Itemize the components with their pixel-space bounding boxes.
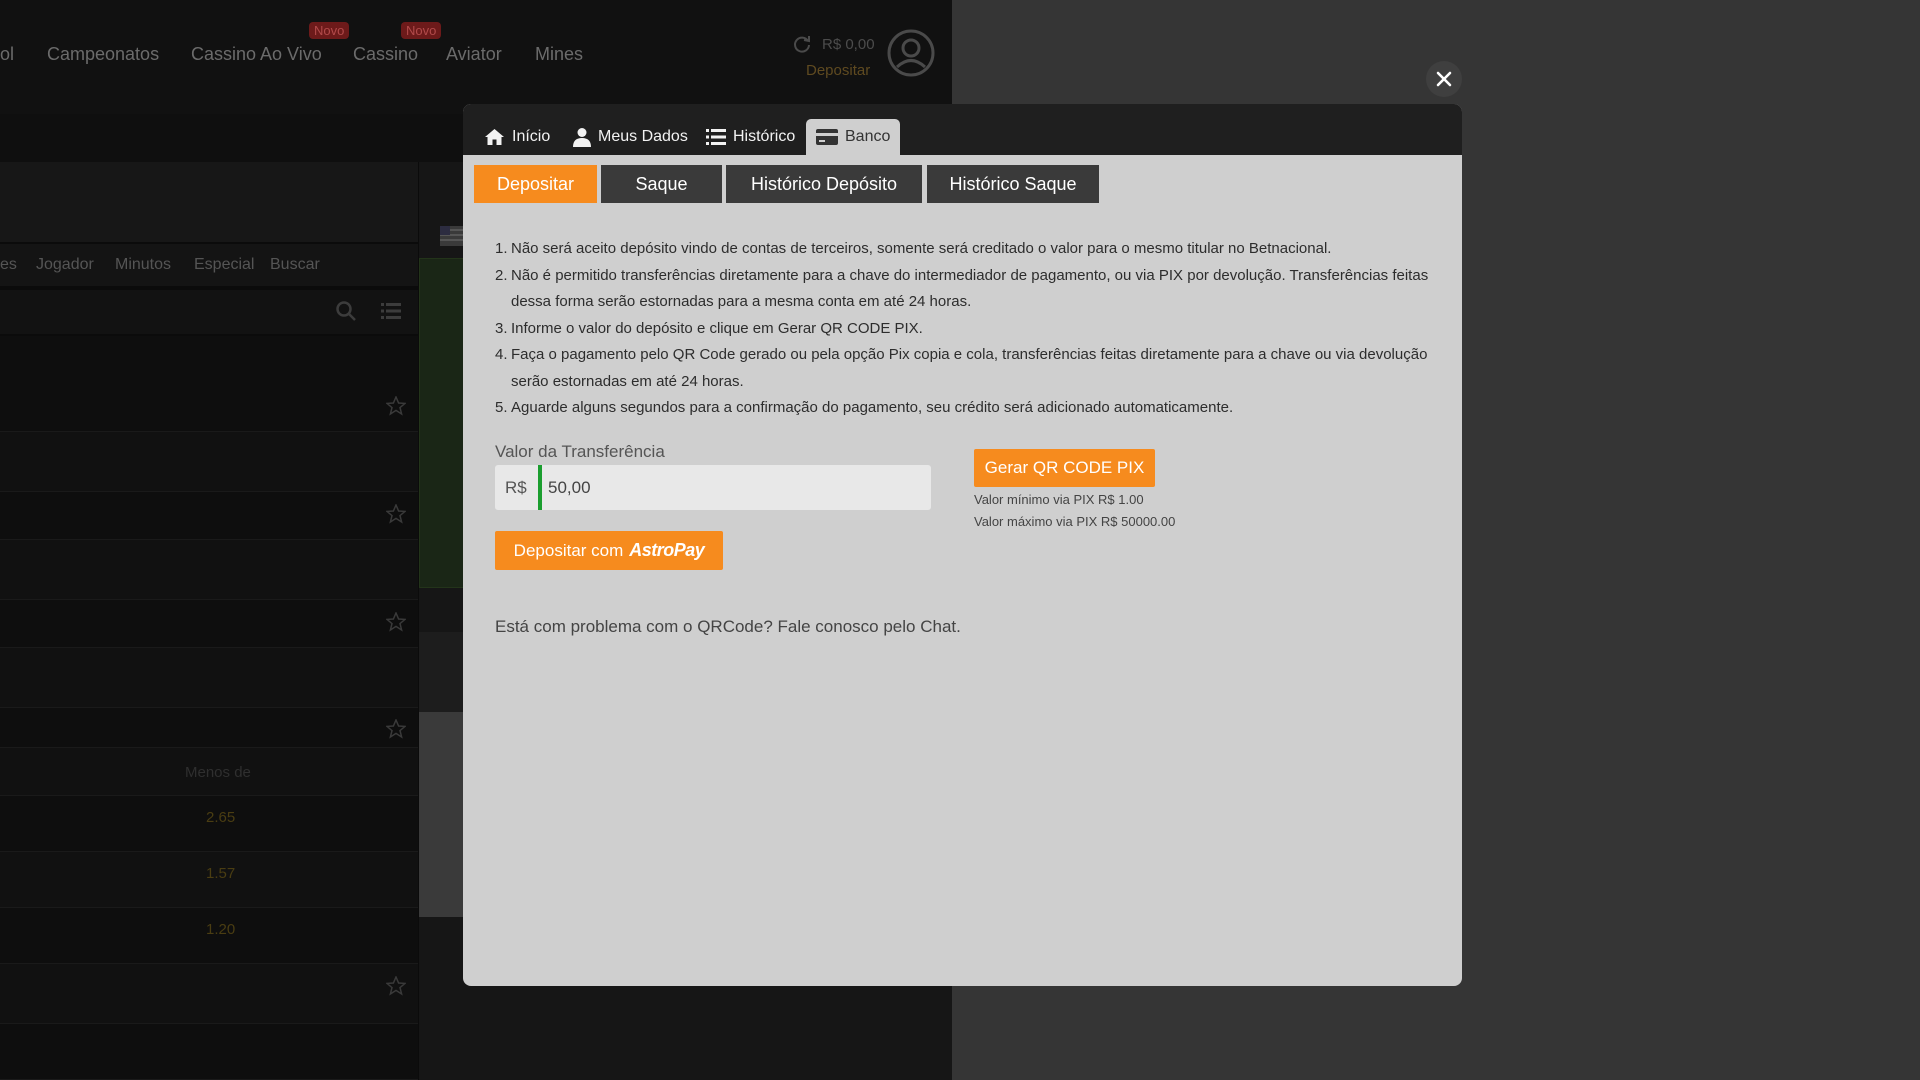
rule-item: 5. Aguarde alguns segundos para a confirm… bbox=[495, 399, 1234, 416]
tab-label: Meus Dados bbox=[598, 128, 688, 145]
new-badge: Novo bbox=[401, 22, 442, 39]
deposit-rules-list: 1. Não será aceito depósito vindo de cont… bbox=[492, 236, 1432, 422]
match-row[interactable] bbox=[0, 964, 418, 1024]
rule-text: Aguarde alguns segundos para a confirmaç… bbox=[511, 399, 1234, 416]
nav-link-aviator[interactable]: Aviator bbox=[446, 44, 502, 65]
currency-prefix: R$ bbox=[505, 478, 527, 497]
match-row[interactable] bbox=[0, 336, 418, 432]
rule-text: Informe o valor do depósito e clique em … bbox=[511, 319, 923, 337]
match-row[interactable] bbox=[0, 1024, 418, 1080]
tab-inicio[interactable]: Início bbox=[474, 119, 560, 155]
tab-historico[interactable]: Histórico bbox=[696, 119, 805, 155]
astropay-logo: AstroPay bbox=[629, 540, 705, 560]
match-row[interactable] bbox=[0, 648, 418, 708]
filter-jogador[interactable]: Jogador bbox=[36, 256, 94, 274]
field-graphic bbox=[419, 258, 466, 588]
match-row[interactable] bbox=[0, 540, 418, 600]
filter-especial[interactable]: Especial bbox=[194, 256, 254, 274]
odd-value[interactable]: 1.20 bbox=[206, 921, 235, 938]
nav-link-futebol[interactable]: ol bbox=[0, 44, 14, 65]
user-account-icon[interactable] bbox=[886, 28, 936, 78]
amount-label: Valor da Transferência bbox=[495, 442, 665, 461]
filter-minutos[interactable]: Minutos bbox=[115, 256, 171, 274]
rule-item: 3. Informe o valor do depósito e clique e… bbox=[495, 319, 923, 337]
home-icon bbox=[485, 129, 504, 145]
close-icon bbox=[1436, 71, 1452, 87]
nav-link-cassino-ao-vivo[interactable]: Cassino Ao Vivo bbox=[191, 44, 322, 65]
rule-item: 2. Não é permitido transferências diretam… bbox=[495, 266, 1429, 311]
close-modal-button[interactable] bbox=[1426, 61, 1462, 97]
generate-qr-pix-button[interactable]: Gerar QR CODE PIX bbox=[974, 449, 1155, 487]
list-icon bbox=[706, 129, 726, 145]
min-value-note: Valor mínimo via PIX R$ 1.00 bbox=[974, 492, 1144, 507]
rule-text: Faça o pagamento pelo QR Code gerado ou … bbox=[511, 346, 1428, 390]
balance-display: R$ 0,00 bbox=[822, 36, 875, 53]
user-icon bbox=[573, 128, 591, 147]
subtab-historico-saque[interactable]: Histórico Saque bbox=[927, 165, 1099, 203]
tab-meus-dados[interactable]: Meus Dados bbox=[563, 119, 698, 155]
banner-area bbox=[0, 162, 418, 242]
match-row[interactable] bbox=[0, 708, 418, 748]
subtab-saque[interactable]: Saque bbox=[601, 165, 722, 203]
star-icon[interactable] bbox=[386, 396, 406, 416]
nav-link-cassino[interactable]: Cassino bbox=[353, 44, 418, 65]
astropay-button-label: Depositar com bbox=[513, 540, 624, 560]
subtab-depositar[interactable]: Depositar bbox=[474, 165, 597, 203]
rule-text: Não é permitido transferências diretamen… bbox=[511, 266, 1429, 311]
deposit-link[interactable]: Depositar bbox=[806, 62, 870, 79]
max-value-note: Valor máximo via PIX R$ 50000.00 bbox=[974, 514, 1176, 529]
input-accent-bar bbox=[538, 465, 542, 510]
tab-label: Banco bbox=[845, 128, 891, 145]
tab-label: Histórico bbox=[733, 128, 796, 145]
tab-label: Início bbox=[512, 128, 551, 145]
rule-text: Não será aceito depósito vindo de contas… bbox=[511, 240, 1332, 257]
odds-column-header: Menos de bbox=[185, 764, 251, 781]
match-row[interactable] bbox=[0, 492, 418, 540]
rule-item: 4. Faça o pagamento pelo QR Code gerado o… bbox=[495, 346, 1428, 390]
nav-link-campeonatos[interactable]: Campeonatos bbox=[47, 44, 159, 65]
subtab-historico-deposito[interactable]: Histórico Depósito bbox=[726, 165, 922, 203]
rule-item: 1. Não será aceito depósito vindo de cont… bbox=[495, 240, 1332, 257]
search-icon[interactable] bbox=[335, 300, 357, 322]
star-icon[interactable] bbox=[386, 719, 406, 739]
card-icon bbox=[816, 129, 838, 145]
nav-link-mines[interactable]: Mines bbox=[535, 44, 583, 65]
refresh-icon[interactable] bbox=[792, 34, 812, 54]
star-icon[interactable] bbox=[386, 504, 406, 524]
list-icon[interactable] bbox=[381, 302, 401, 320]
odd-value[interactable]: 2.65 bbox=[206, 809, 235, 826]
astropay-deposit-button[interactable]: Depositar com AstroPay bbox=[495, 531, 723, 570]
filter-buscar[interactable]: Buscar bbox=[270, 256, 320, 274]
match-row[interactable] bbox=[0, 600, 418, 648]
odd-value[interactable]: 1.57 bbox=[206, 865, 235, 882]
detail-block bbox=[419, 712, 466, 917]
new-badge: Novo bbox=[309, 22, 350, 39]
star-icon[interactable] bbox=[386, 612, 406, 632]
modal-tab-bar: Início Meus Dados Histórico Banco bbox=[463, 104, 1462, 155]
qrcode-help-text: Está com problema com o QRCode? Fale con… bbox=[495, 617, 961, 636]
star-icon[interactable] bbox=[386, 976, 406, 996]
amount-input[interactable] bbox=[548, 466, 928, 509]
tab-banco[interactable]: Banco bbox=[806, 119, 901, 155]
detail-block bbox=[419, 632, 466, 712]
filter-item[interactable]: es bbox=[0, 256, 17, 274]
match-row[interactable] bbox=[0, 432, 418, 492]
